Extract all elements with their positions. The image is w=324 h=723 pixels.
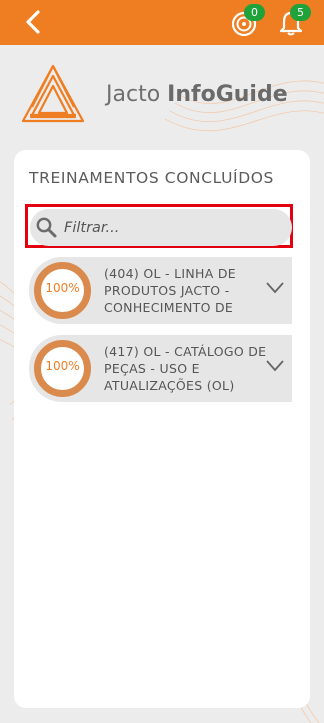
brand-name-bold: InfoGuide	[167, 82, 288, 107]
brand-title: Jacto InfoGuide	[106, 82, 288, 107]
progress-button[interactable]: 0	[229, 4, 265, 39]
progress-percent: 100%	[45, 359, 80, 373]
progress-percent: 100%	[45, 281, 80, 295]
notifications-button[interactable]: 5	[275, 4, 311, 39]
search-box[interactable]	[30, 209, 292, 246]
brand-name-light: Jacto	[106, 82, 168, 107]
jacto-logo	[21, 64, 85, 123]
card-title: TREINAMENTOS CONCLUÍDOS	[29, 169, 274, 187]
app-header: 0 5	[0, 0, 324, 45]
search-input[interactable]	[62, 216, 286, 240]
training-item[interactable]: 100% (404) OL - LINHA DE PRODUTOS JACTO …	[29, 257, 292, 324]
training-item[interactable]: 100% (417) OL - CATÁLOGO DE PEÇAS - USO …	[29, 335, 292, 402]
notifications-badge: 5	[290, 4, 311, 21]
training-title: (417) OL - CATÁLOGO DE PEÇAS - USO E ATU…	[104, 344, 267, 393]
search-icon	[36, 217, 57, 238]
chevron-down-icon[interactable]	[266, 360, 284, 372]
back-icon[interactable]	[22, 9, 48, 35]
training-title: (404) OL - LINHA DE PRODUTOS JACTO - CON…	[104, 266, 236, 315]
progress-badge: 0	[244, 4, 265, 21]
chevron-down-icon[interactable]	[266, 282, 284, 294]
